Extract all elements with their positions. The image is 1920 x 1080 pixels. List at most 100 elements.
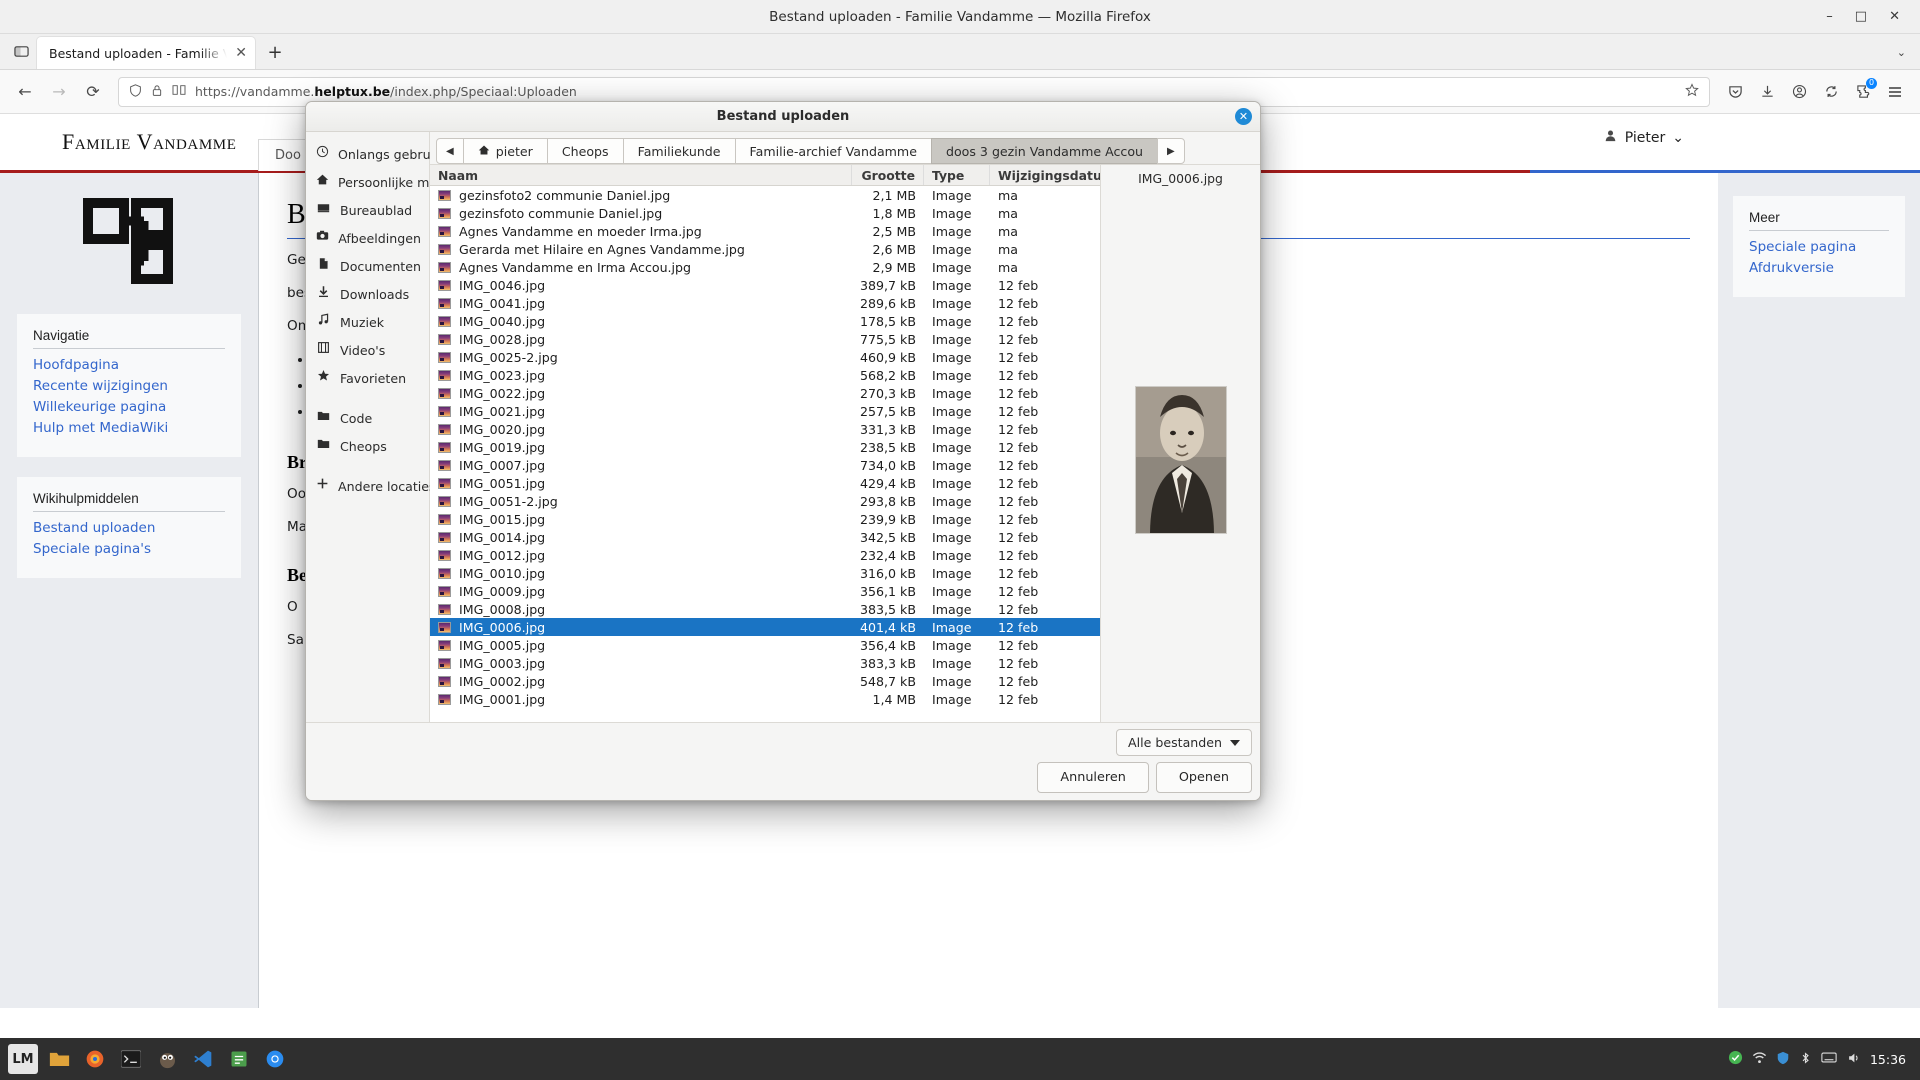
cancel-button[interactable]: Annuleren bbox=[1037, 762, 1148, 793]
table-row[interactable]: IMG_0028.jpg775,5 kBImage12 feb bbox=[430, 330, 1100, 348]
table-row[interactable]: IMG_0040.jpg178,5 kBImage12 feb bbox=[430, 312, 1100, 330]
nav-link-afdrukversie[interactable]: Afdrukversie bbox=[1749, 258, 1889, 279]
star-icon[interactable] bbox=[1685, 83, 1699, 100]
column-header-date[interactable]: Wijzigingsdatum ▲ bbox=[990, 165, 1100, 185]
table-row[interactable]: IMG_0012.jpg232,4 kBImage12 feb bbox=[430, 546, 1100, 564]
close-icon[interactable]: ✕ bbox=[1235, 108, 1252, 125]
taskbar-item-file-manager[interactable] bbox=[44, 1044, 74, 1074]
table-row[interactable]: gezinsfoto communie Daniel.jpg1,8 MBImag… bbox=[430, 204, 1100, 222]
breadcrumb-cheops[interactable]: Cheops bbox=[547, 138, 624, 164]
place-code[interactable]: Code bbox=[306, 404, 429, 432]
taskbar-item-chrome[interactable] bbox=[260, 1044, 290, 1074]
shield-icon[interactable] bbox=[129, 84, 142, 100]
table-row[interactable]: IMG_0022.jpg270,3 kBImage12 feb bbox=[430, 384, 1100, 402]
table-row[interactable]: IMG_0001.jpg1,4 MBImage12 feb bbox=[430, 690, 1100, 708]
browser-tab[interactable]: Bestand uploaden - Familie Van ✕ bbox=[36, 36, 256, 69]
chevron-down-icon[interactable]: ⌄ bbox=[1672, 130, 1684, 146]
chevron-down-icon[interactable]: ⌄ bbox=[1897, 46, 1920, 59]
lock-icon[interactable] bbox=[151, 84, 163, 100]
place-favorieten[interactable]: Favorieten bbox=[306, 364, 429, 392]
close-window-button[interactable]: ✕ bbox=[1889, 9, 1900, 24]
place-downloads[interactable]: Downloads bbox=[306, 280, 429, 308]
nav-link-hulp-mediawiki[interactable]: Hulp met MediaWiki bbox=[33, 418, 225, 439]
taskbar-item-firefox[interactable] bbox=[80, 1044, 110, 1074]
breadcrumb-familiekunde[interactable]: Familiekunde bbox=[623, 138, 736, 164]
place-cheops[interactable]: Cheops bbox=[306, 432, 429, 460]
table-row[interactable]: IMG_0023.jpg568,2 kBImage12 feb bbox=[430, 366, 1100, 384]
table-row[interactable]: IMG_0002.jpg548,7 kBImage12 feb bbox=[430, 672, 1100, 690]
breadcrumb-prev-button[interactable]: ◀ bbox=[436, 138, 464, 164]
place-persoonlijke-map[interactable]: Persoonlijke map bbox=[306, 168, 429, 196]
forward-button[interactable]: → bbox=[44, 77, 74, 107]
nav-link-recente-wijzigingen[interactable]: Recente wijzigingen bbox=[33, 376, 225, 397]
table-row[interactable]: Agnes Vandamme en Irma Accou.jpg2,9 MBIm… bbox=[430, 258, 1100, 276]
user-menu[interactable]: Pieter ⌄ bbox=[1603, 128, 1684, 147]
update-icon[interactable] bbox=[1728, 1050, 1743, 1068]
sync-icon[interactable] bbox=[1816, 77, 1846, 107]
nav-link-hoofdpagina[interactable]: Hoofdpagina bbox=[33, 355, 225, 376]
new-tab-button[interactable]: + bbox=[260, 37, 290, 67]
table-row[interactable]: IMG_0025-2.jpg460,9 kBImage12 feb bbox=[430, 348, 1100, 366]
minimize-button[interactable]: – bbox=[1826, 9, 1833, 24]
breadcrumb-doos-3-gezin-vandamme-accou[interactable]: doos 3 gezin Vandamme Accou bbox=[931, 138, 1158, 164]
taskbar-item-gimp[interactable] bbox=[152, 1044, 182, 1074]
back-button[interactable]: ← bbox=[10, 77, 40, 107]
reader-icon[interactable] bbox=[172, 84, 186, 99]
pocket-icon[interactable] bbox=[1720, 77, 1750, 107]
table-row[interactable]: IMG_0014.jpg342,5 kBImage12 feb bbox=[430, 528, 1100, 546]
shield-icon[interactable] bbox=[1776, 1051, 1790, 1068]
network-icon[interactable] bbox=[1752, 1050, 1767, 1068]
account-icon[interactable] bbox=[1784, 77, 1814, 107]
place-muziek[interactable]: Muziek bbox=[306, 308, 429, 336]
table-row[interactable]: IMG_0003.jpg383,3 kBImage12 feb bbox=[430, 654, 1100, 672]
keyboard-icon[interactable] bbox=[1821, 1051, 1837, 1067]
table-row[interactable]: IMG_0010.jpg316,0 kBImage12 feb bbox=[430, 564, 1100, 582]
nav-link-speciale-pagina[interactable]: Speciale pagina bbox=[1749, 237, 1889, 258]
download-icon[interactable] bbox=[1752, 77, 1782, 107]
place-documenten[interactable]: Documenten bbox=[306, 252, 429, 280]
list-all-tabs-icon[interactable] bbox=[6, 36, 36, 66]
close-tab-icon[interactable]: ✕ bbox=[235, 45, 247, 61]
place-videos[interactable]: Video's bbox=[306, 336, 429, 364]
table-row[interactable]: IMG_0041.jpg289,6 kBImage12 feb bbox=[430, 294, 1100, 312]
breadcrumb-familie-archief-vandamme[interactable]: Familie-archief Vandamme bbox=[735, 138, 932, 164]
table-row[interactable]: IMG_0009.jpg356,1 kBImage12 feb bbox=[430, 582, 1100, 600]
column-header-size[interactable]: Grootte bbox=[852, 165, 924, 185]
table-row[interactable]: IMG_0051.jpg429,4 kBImage12 feb bbox=[430, 474, 1100, 492]
volume-icon[interactable] bbox=[1846, 1051, 1861, 1068]
clock[interactable]: 15:36 bbox=[1870, 1052, 1906, 1067]
table-row[interactable]: IMG_0051-2.jpg293,8 kBImage12 feb bbox=[430, 492, 1100, 510]
bluetooth-icon[interactable] bbox=[1799, 1051, 1812, 1068]
place-bureaublad[interactable]: Bureaublad bbox=[306, 196, 429, 224]
table-row[interactable]: Gerarda met Hilaire en Agnes Vandamme.jp… bbox=[430, 240, 1100, 258]
table-row[interactable]: IMG_0046.jpg389,7 kBImage12 feb bbox=[430, 276, 1100, 294]
table-row[interactable]: IMG_0006.jpg401,4 kBImage12 feb bbox=[430, 618, 1100, 636]
place-onlangs-gebruikt[interactable]: Onlangs gebruikt bbox=[306, 140, 429, 168]
place-afbeeldingen[interactable]: Afbeeldingen bbox=[306, 224, 429, 252]
table-row[interactable]: gezinsfoto2 communie Daniel.jpg2,1 MBIma… bbox=[430, 186, 1100, 204]
place-andere-locaties[interactable]: Andere locaties bbox=[306, 472, 429, 500]
nav-link-willekeurige-pagina[interactable]: Willekeurige pagina bbox=[33, 397, 225, 418]
table-row[interactable]: IMG_0007.jpg734,0 kBImage12 feb bbox=[430, 456, 1100, 474]
table-row[interactable]: IMG_0005.jpg356,4 kBImage12 feb bbox=[430, 636, 1100, 654]
breadcrumb-next-button[interactable]: ▶ bbox=[1157, 138, 1185, 164]
taskbar-item-terminal[interactable] bbox=[116, 1044, 146, 1074]
taskbar-item-text-editor[interactable] bbox=[224, 1044, 254, 1074]
maximize-button[interactable]: □ bbox=[1855, 9, 1867, 24]
table-row[interactable]: IMG_0008.jpg383,5 kBImage12 feb bbox=[430, 600, 1100, 618]
hamburger-icon[interactable] bbox=[1880, 77, 1910, 107]
extensions-icon[interactable]: 0 bbox=[1848, 77, 1878, 107]
start-menu-button[interactable]: LM bbox=[8, 1044, 38, 1074]
nav-link-bestand-uploaden[interactable]: Bestand uploaden bbox=[33, 518, 225, 539]
table-row[interactable]: IMG_0021.jpg257,5 kBImage12 feb bbox=[430, 402, 1100, 420]
breadcrumb-pieter[interactable]: pieter bbox=[463, 138, 548, 164]
table-row[interactable]: IMG_0015.jpg239,9 kBImage12 feb bbox=[430, 510, 1100, 528]
table-row[interactable]: Agnes Vandamme en moeder Irma.jpg2,5 MBI… bbox=[430, 222, 1100, 240]
open-button[interactable]: Openen bbox=[1156, 762, 1252, 793]
taskbar-item-vscode[interactable] bbox=[188, 1044, 218, 1074]
column-header-type[interactable]: Type bbox=[924, 165, 990, 185]
nav-link-speciale-paginas[interactable]: Speciale pagina's bbox=[33, 539, 225, 560]
table-row[interactable]: IMG_0020.jpg331,3 kBImage12 feb bbox=[430, 420, 1100, 438]
table-row[interactable]: IMG_0019.jpg238,5 kBImage12 feb bbox=[430, 438, 1100, 456]
file-type-filter-dropdown[interactable]: Alle bestanden bbox=[1116, 729, 1252, 756]
